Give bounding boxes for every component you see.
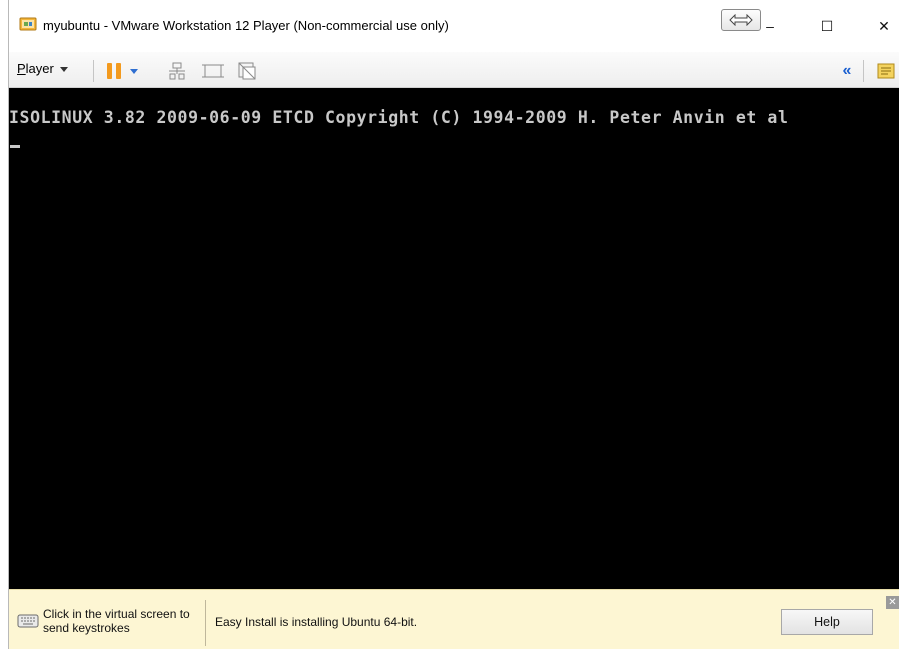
player-menu-label: layer: [25, 61, 54, 76]
fit-guest-icon: [202, 64, 224, 78]
minimize-icon: –: [766, 18, 774, 34]
collapse-icon: «: [842, 62, 852, 79]
power-options-dropdown[interactable]: [127, 60, 141, 82]
keystroke-hint: Click in the virtual screen to send keys…: [43, 607, 190, 635]
vm-console-screen[interactable]: ISOLINUX 3.82 2009-06-09 ETCD Copyright …: [9, 88, 899, 589]
toolbar-divider: [93, 60, 94, 82]
keyboard-icon: [17, 614, 39, 628]
close-icon[interactable]: ✕: [886, 596, 899, 609]
fit-guest-button[interactable]: [201, 60, 225, 82]
send-ctrl-alt-del-icon: [169, 62, 185, 80]
pause-button[interactable]: [103, 60, 125, 82]
window-title: myubuntu - VMware Workstation 12 Player …: [43, 18, 449, 33]
toolbar: Player «: [9, 52, 899, 88]
status-divider: [205, 600, 206, 646]
maximize-button[interactable]: ☐: [804, 8, 850, 44]
player-menu-mnemonic: P: [17, 61, 26, 76]
text-cursor: [10, 145, 20, 148]
close-button[interactable]: ✕: [861, 8, 899, 44]
vmware-app-icon: [19, 17, 37, 31]
send-ctrl-alt-del-button[interactable]: [166, 60, 188, 82]
minimize-button[interactable]: –: [747, 8, 793, 44]
vmware-player-window: myubuntu - VMware Workstation 12 Player …: [8, 0, 899, 649]
message-log-button[interactable]: [875, 60, 897, 82]
help-button[interactable]: Help: [781, 609, 873, 635]
install-status-message: Easy Install is installing Ubuntu 64-bit…: [215, 615, 418, 629]
title-bar[interactable]: myubuntu - VMware Workstation 12 Player …: [9, 0, 899, 52]
player-menu[interactable]: Player: [17, 61, 68, 76]
status-bar: Click in the virtual screen to send keys…: [9, 589, 899, 649]
maximize-icon: ☐: [820, 17, 834, 34]
unity-icon: [238, 62, 256, 80]
console-output-line: ISOLINUX 3.82 2009-06-09 ETCD Copyright …: [9, 108, 789, 127]
chevron-down-icon: [59, 67, 68, 72]
pause-icon: [105, 63, 123, 79]
unity-button[interactable]: [235, 60, 259, 82]
chevron-down-icon: [130, 68, 138, 74]
close-icon: ✕: [878, 17, 890, 34]
toolbar-divider: [863, 60, 864, 82]
collapse-library-button[interactable]: «: [837, 60, 857, 82]
message-log-icon: [877, 63, 895, 79]
